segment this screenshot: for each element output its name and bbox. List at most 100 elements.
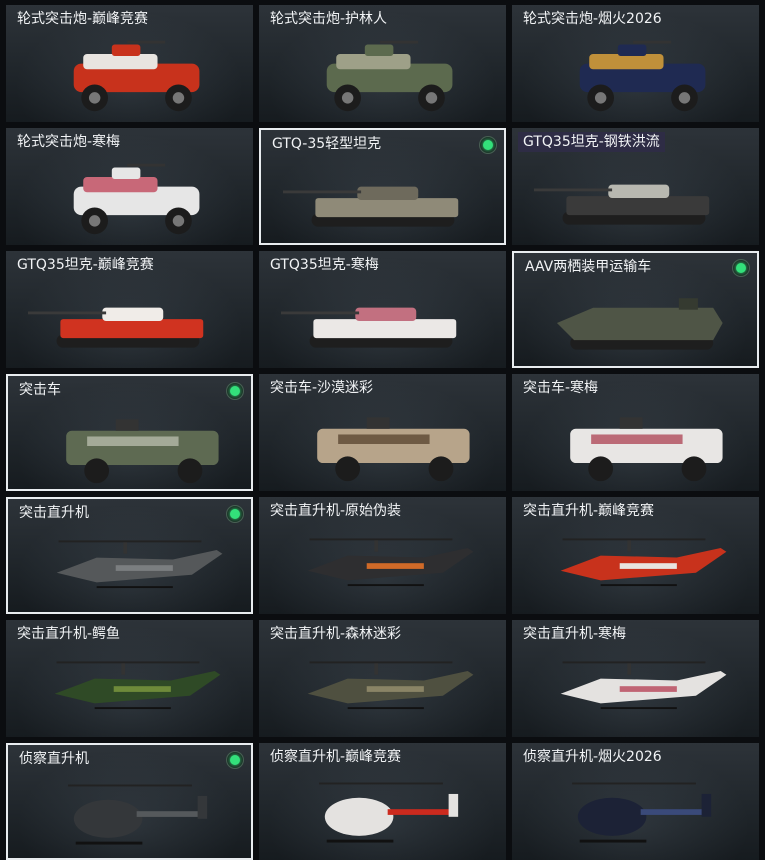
- heli-rotor: [309, 538, 453, 541]
- vehicle-apc-image: [579, 40, 706, 112]
- vehicle-skin-card[interactable]: GTQ-35轻型坦克: [259, 128, 506, 245]
- truck-windows: [338, 434, 430, 444]
- vehicle-skin-name: 突击直升机-森林迷彩: [270, 626, 402, 642]
- tank-turret: [608, 184, 670, 198]
- vehicle-skin-name: GTQ-35轻型坦克: [272, 136, 382, 152]
- heli-mast: [123, 542, 128, 554]
- vehicle-scout-image: [319, 782, 459, 843]
- vehicle-skin-name: 侦察直升机-烟火2026: [523, 749, 662, 765]
- scout-body: [577, 797, 647, 836]
- vehicle-skin-card[interactable]: 突击车-寒梅: [512, 374, 759, 491]
- vehicle-skin-card[interactable]: GTQ35坦克-钢铁洪流: [512, 128, 759, 245]
- vehicle-heli-image: [307, 661, 474, 710]
- tank-gun: [283, 190, 362, 194]
- vehicle-heli-image: [560, 538, 727, 587]
- apc-gun: [127, 163, 166, 167]
- apc-wheel: [88, 92, 101, 104]
- tank-turret: [357, 186, 419, 200]
- vehicle-skin-card[interactable]: 突击直升机-原始伪装: [259, 497, 506, 614]
- heli-gear: [600, 584, 677, 587]
- scout-fin: [448, 793, 459, 817]
- heli-mast: [121, 663, 126, 675]
- equipped-indicator-icon: [732, 259, 750, 277]
- vehicle-skin-name: 突击直升机: [19, 505, 89, 521]
- heli-rotor: [56, 661, 200, 664]
- equipped-indicator-icon: [226, 751, 244, 769]
- vehicle-skin-card[interactable]: 轮式突击炮-烟火2026: [512, 5, 759, 122]
- apc-wheel: [88, 215, 101, 227]
- heli-stripe: [619, 563, 677, 569]
- vehicle-heli-image: [560, 661, 727, 710]
- truck-windows: [87, 436, 179, 446]
- scout-body: [73, 799, 143, 838]
- vehicle-skin-name: 突击直升机-原始伪装: [270, 503, 402, 519]
- vehicle-skin-name: 突击直升机-寒梅: [523, 626, 627, 642]
- heli-rotor: [562, 661, 706, 664]
- vehicle-skin-card[interactable]: 侦察直升机: [6, 743, 253, 860]
- scout-tail: [136, 811, 204, 817]
- scout-body: [324, 797, 394, 836]
- vehicle-skin-card[interactable]: 突击直升机-森林迷彩: [259, 620, 506, 737]
- truck-windows: [591, 434, 683, 444]
- vehicle-skin-name: 突击车-沙漠迷彩: [270, 380, 374, 396]
- vehicle-skin-card[interactable]: 侦察直升机-巅峰竞赛: [259, 743, 506, 860]
- apc-cabin: [83, 177, 158, 193]
- aav-hull: [556, 307, 723, 341]
- apc-wheel: [341, 92, 354, 104]
- vehicle-skin-name: GTQ35坦克-钢铁洪流: [518, 132, 665, 152]
- scout-fin: [701, 793, 712, 817]
- heli-gear: [96, 586, 173, 589]
- tank-gun: [534, 188, 613, 192]
- truck-wheel: [84, 458, 110, 484]
- truck-wheel: [177, 458, 203, 484]
- vehicle-skin-name: 突击直升机-巅峰竞赛: [523, 503, 655, 519]
- vehicle-skin-card[interactable]: 突击车: [6, 374, 253, 491]
- tank-hull: [566, 196, 710, 216]
- apc-turret: [364, 44, 394, 56]
- apc-wheel: [172, 215, 185, 227]
- apc-gun: [633, 40, 672, 44]
- vehicle-skin-name: 侦察直升机: [19, 751, 89, 767]
- vehicle-skin-card[interactable]: 突击直升机: [6, 497, 253, 614]
- vehicle-skin-card[interactable]: 突击车-沙漠迷彩: [259, 374, 506, 491]
- tank-turret: [355, 307, 417, 321]
- tank-hull: [313, 319, 457, 339]
- vehicle-skin-card[interactable]: 侦察直升机-烟火2026: [512, 743, 759, 860]
- truck-wheel: [428, 456, 454, 482]
- tank-hull: [315, 198, 459, 218]
- vehicle-skin-card[interactable]: 轮式突击炮-寒梅: [6, 128, 253, 245]
- truck-gun: [366, 417, 390, 429]
- vehicle-skin-card[interactable]: 轮式突击炮-巅峰竞赛: [6, 5, 253, 122]
- truck-wheel: [588, 456, 614, 482]
- aav-cupola: [678, 298, 698, 310]
- heli-stripe: [113, 686, 171, 692]
- heli-stripe: [115, 565, 173, 571]
- heli-mast: [627, 663, 632, 675]
- vehicle-tank-image: [534, 184, 710, 225]
- vehicle-skin-card[interactable]: AAV两栖装甲运输车: [512, 251, 759, 368]
- truck-gun: [115, 419, 139, 431]
- apc-wheel: [425, 92, 438, 104]
- heli-gear: [347, 707, 424, 710]
- vehicle-skin-card[interactable]: 突击直升机-巅峰竞赛: [512, 497, 759, 614]
- vehicle-aav-image: [556, 298, 723, 350]
- vehicle-apc-image: [326, 40, 453, 112]
- scout-tail: [387, 809, 455, 815]
- vehicle-skin-card[interactable]: GTQ35坦克-寒梅: [259, 251, 506, 368]
- scout-tail: [640, 809, 708, 815]
- vehicle-skin-card[interactable]: 轮式突击炮-护林人: [259, 5, 506, 122]
- heli-mast: [627, 540, 632, 552]
- vehicle-skin-card[interactable]: 突击直升机-寒梅: [512, 620, 759, 737]
- scout-skid: [579, 839, 647, 843]
- apc-wheel: [678, 92, 691, 104]
- heli-rotor: [58, 540, 202, 543]
- apc-wheel: [594, 92, 607, 104]
- vehicle-skin-card[interactable]: GTQ35坦克-巅峰竞赛: [6, 251, 253, 368]
- tank-hull: [60, 319, 204, 339]
- vehicle-skin-name: 突击车: [19, 382, 61, 398]
- heli-rotor: [309, 661, 453, 664]
- vehicle-skin-name: AAV两栖装甲运输车: [525, 259, 652, 275]
- vehicle-skin-name: 轮式突击炮-寒梅: [17, 134, 121, 150]
- equipped-indicator-icon: [226, 505, 244, 523]
- vehicle-skin-card[interactable]: 突击直升机-鳄鱼: [6, 620, 253, 737]
